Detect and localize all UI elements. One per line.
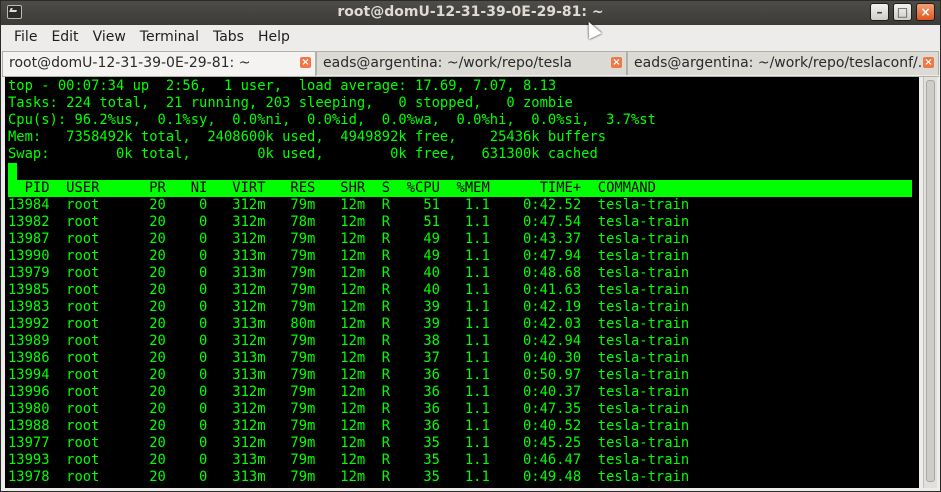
- window-controls: – □ ×: [870, 3, 935, 21]
- menu-bar: File Edit View Terminal Tabs Help: [1, 25, 940, 49]
- process-row: 13984 root 20 0 312m 79m 12m R 51 1.1 0:…: [8, 197, 690, 213]
- process-row: 13977 root 20 0 312m 79m 12m R 35 1.1 0:…: [8, 435, 690, 451]
- menu-terminal[interactable]: Terminal: [133, 25, 206, 49]
- mem-summary-line: Mem: 7358492k total, 2408600k used, 4949…: [8, 129, 607, 145]
- process-row: 13978 root 20 0 313m 79m 12m R 35 1.1 0:…: [8, 469, 690, 485]
- tab-close-icon[interactable]: ×: [611, 57, 622, 68]
- minimize-button[interactable]: –: [870, 3, 889, 21]
- scrollbar-thumb[interactable]: [926, 80, 935, 482]
- tab-eads-teslaconf[interactable]: eads@argentina: ~/work/repo/teslaconf/..…: [627, 51, 939, 75]
- process-row: 13979 root 20 0 313m 79m 12m R 40 1.1 0:…: [8, 265, 690, 281]
- swap-summary-line: Swap: 0k total, 0k used, 0k free, 631300…: [8, 146, 598, 162]
- process-row: 13994 root 20 0 313m 79m 12m R 36 1.1 0:…: [8, 367, 690, 383]
- terminal-output[interactable]: top - 00:07:34 up 2:56, 1 user, load ave…: [5, 77, 919, 488]
- tab-root-domu[interactable]: root@domU-12-31-39-0E-29-81: ~ ×: [2, 51, 316, 76]
- cpu-summary-line: Cpu(s): 96.2%us, 0.1%sy, 0.0%ni, 0.0%id,…: [8, 112, 656, 128]
- top-summary-line: top - 00:07:34 up 2:56, 1 user, load ave…: [8, 78, 557, 94]
- tab-close-icon[interactable]: ×: [923, 57, 934, 68]
- tab-close-icon[interactable]: ×: [300, 57, 311, 68]
- tab-eads-tesla[interactable]: eads@argentina: ~/work/repo/tesla ×: [316, 51, 627, 75]
- maximize-button[interactable]: □: [893, 3, 912, 21]
- process-row: 13985 root 20 0 312m 79m 12m R 40 1.1 0:…: [8, 282, 690, 298]
- process-row: 13989 root 20 0 312m 79m 12m R 38 1.1 0:…: [8, 333, 690, 349]
- process-row: 13993 root 20 0 313m 79m 12m R 35 1.1 0:…: [8, 452, 690, 468]
- process-table-header: PID USER PR NI VIRT RES SHR S %CPU %MEM …: [8, 180, 912, 197]
- process-row: 13982 root 20 0 312m 78m 12m R 51 1.1 0:…: [8, 214, 690, 230]
- tab-label: root@domU-12-31-39-0E-29-81: ~: [9, 55, 251, 71]
- terminal-scrollbar[interactable]: [923, 77, 937, 488]
- menu-file[interactable]: File: [7, 25, 44, 49]
- window-title: root@domU-12-31-39-0E-29-81: ~: [337, 4, 604, 20]
- menu-tabs[interactable]: Tabs: [206, 25, 251, 49]
- process-row: 13996 root 20 0 312m 79m 12m R 36 1.1 0:…: [8, 384, 690, 400]
- close-button[interactable]: ×: [916, 3, 935, 21]
- process-row: 13987 root 20 0 312m 79m 12m R 49 1.1 0:…: [8, 231, 690, 247]
- tab-bar: root@domU-12-31-39-0E-29-81: ~ × eads@ar…: [2, 51, 939, 77]
- title-bar[interactable]: root@domU-12-31-39-0E-29-81: ~ – □ ×: [1, 1, 940, 25]
- tab-label: eads@argentina: ~/work/repo/teslaconf/..…: [634, 55, 932, 71]
- terminal-window: root@domU-12-31-39-0E-29-81: ~ – □ × Fil…: [0, 0, 941, 492]
- tasks-summary-line: Tasks: 224 total, 21 running, 203 sleepi…: [8, 95, 573, 111]
- text-cursor: [8, 163, 17, 180]
- process-row: 13983 root 20 0 312m 79m 12m R 39 1.1 0:…: [8, 299, 690, 315]
- process-row: 13990 root 20 0 313m 79m 12m R 49 1.1 0:…: [8, 248, 690, 264]
- tab-label: eads@argentina: ~/work/repo/tesla: [323, 55, 572, 71]
- process-row: 13988 root 20 0 312m 79m 12m R 36 1.1 0:…: [8, 418, 690, 434]
- menu-edit[interactable]: Edit: [44, 25, 85, 49]
- process-row: 13992 root 20 0 313m 80m 12m R 39 1.1 0:…: [8, 316, 690, 332]
- menu-help[interactable]: Help: [251, 25, 297, 49]
- process-row: 13980 root 20 0 312m 79m 12m R 36 1.1 0:…: [8, 401, 690, 417]
- menu-view[interactable]: View: [86, 25, 133, 49]
- process-row: 13986 root 20 0 313m 79m 12m R 37 1.1 0:…: [8, 350, 690, 366]
